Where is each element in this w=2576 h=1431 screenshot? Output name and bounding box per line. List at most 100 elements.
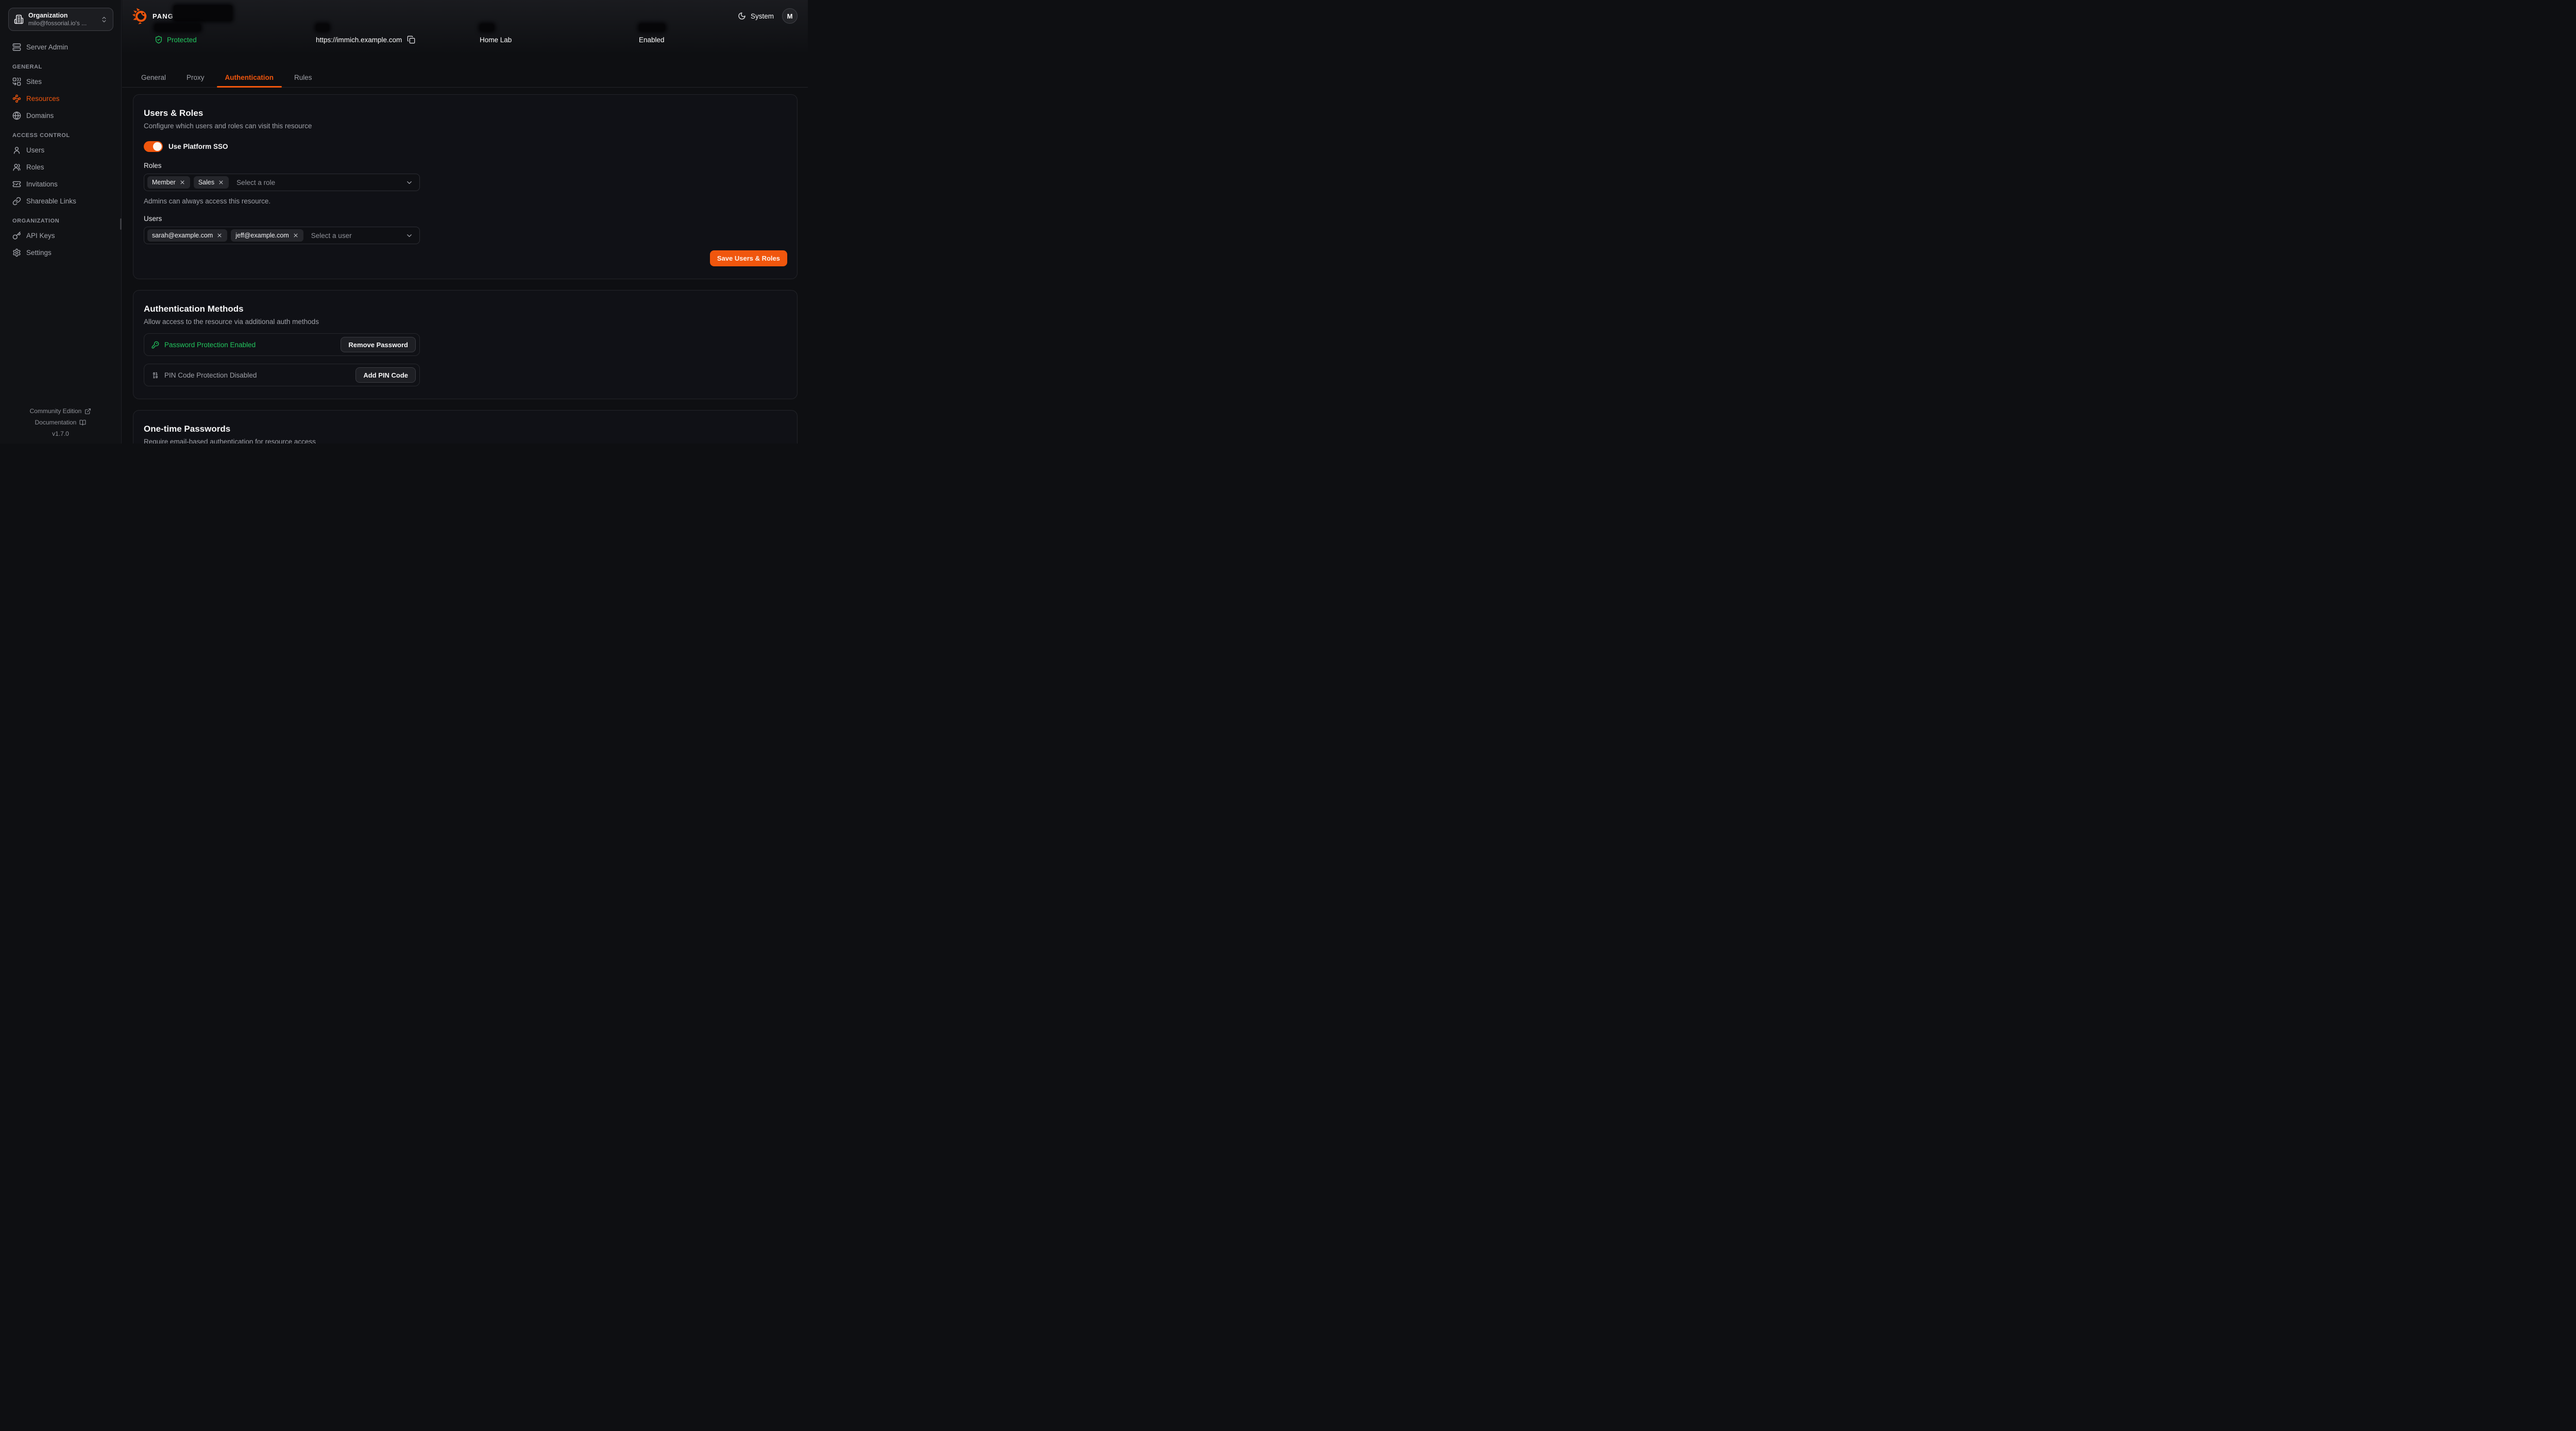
card-subtitle: Require email-based authentication for r… <box>144 438 787 444</box>
org-switcher[interactable]: Organization milo@fossorial.io's ... <box>8 8 113 31</box>
role-chip: Member <box>147 176 190 189</box>
remove-password-button[interactable]: Remove Password <box>341 337 416 352</box>
community-edition-label: Community Edition <box>30 407 82 415</box>
user-icon <box>12 146 21 155</box>
site-name: Home Lab <box>480 35 639 44</box>
pin-protection-row: PIN Code Protection Disabled Add PIN Cod… <box>144 364 420 386</box>
roles-select[interactable]: Member Sales Select a role <box>144 174 420 191</box>
sidebar-section-access-control: ACCESS CONTROL <box>12 132 109 139</box>
sidebar-nav: Server Admin GENERAL Sites Resources Dom… <box>0 40 121 263</box>
external-link-icon <box>84 408 91 415</box>
sso-toggle-knob <box>153 142 162 151</box>
sidebar-resize-handle[interactable] <box>120 218 122 230</box>
topbar-right: System M <box>738 8 798 24</box>
combine-icon <box>12 77 21 86</box>
role-chip-label: Member <box>152 179 176 186</box>
role-chip-label: Sales <box>198 179 214 186</box>
theme-switcher[interactable]: System <box>738 12 774 20</box>
key-round-icon <box>151 341 159 349</box>
auth-status-text: Protected <box>167 36 197 44</box>
resource-summary: Protected https://immich.example.com Hom… <box>155 24 798 44</box>
card-title: Users & Roles <box>144 108 787 118</box>
password-protection-row: Password Protection Enabled Remove Passw… <box>144 333 420 356</box>
documentation-link[interactable]: Documentation <box>0 417 121 428</box>
resource-tabs: General Proxy Authentication Rules <box>122 68 808 88</box>
users-field-label: Users <box>144 215 787 223</box>
chevrons-up-down-icon <box>100 16 108 23</box>
tab-content: Users & Roles Configure which users and … <box>122 88 808 444</box>
pangolin-logo-icon <box>132 8 149 24</box>
roles-select-placeholder: Select a role <box>236 179 275 186</box>
org-switcher-value: milo@fossorial.io's ... <box>28 20 96 27</box>
add-pin-code-button[interactable]: Add PIN Code <box>355 367 416 383</box>
pin-status-text: PIN Code Protection Disabled <box>164 371 257 379</box>
redacted-label <box>480 24 494 31</box>
summary-col-auth: Protected <box>155 24 316 44</box>
users-select[interactable]: sarah@example.com jeff@example.com Selec… <box>144 227 420 244</box>
moon-icon <box>738 12 746 20</box>
sso-toggle[interactable] <box>144 141 163 152</box>
one-time-passwords-card: One-time Passwords Require email-based a… <box>133 410 798 444</box>
redacted-label <box>639 24 665 31</box>
sidebar-item-label: Roles <box>26 163 44 171</box>
globe-icon <box>12 111 21 120</box>
tab-rules[interactable]: Rules <box>286 68 320 87</box>
enabled-status: Enabled <box>639 35 665 44</box>
sidebar-section-general: GENERAL <box>12 64 109 70</box>
tab-general[interactable]: General <box>133 68 174 87</box>
theme-label: System <box>751 12 774 20</box>
sidebar-item-label: Domains <box>26 112 54 120</box>
user-chip: jeff@example.com <box>231 229 303 242</box>
redacted-resource-name <box>174 5 232 21</box>
user-chip-label: jeff@example.com <box>235 232 289 239</box>
redacted-label <box>155 24 201 31</box>
remove-chip-icon[interactable] <box>218 179 224 185</box>
sidebar-item-users[interactable]: Users <box>8 143 113 157</box>
sidebar-item-settings[interactable]: Settings <box>8 246 113 259</box>
tab-proxy[interactable]: Proxy <box>178 68 213 87</box>
sidebar-item-label: Sites <box>26 78 42 86</box>
ticket-check-icon <box>12 180 21 189</box>
admins-note: Admins can always access this resource. <box>144 197 787 205</box>
sidebar-item-api-keys[interactable]: API Keys <box>8 229 113 242</box>
roles-field-label: Roles <box>144 162 787 169</box>
resource-url: https://immich.example.com <box>316 35 480 44</box>
sidebar-item-server-admin[interactable]: Server Admin <box>8 40 113 54</box>
sidebar-item-label: Resources <box>26 95 60 103</box>
sidebar-item-label: Invitations <box>26 180 58 188</box>
card-subtitle: Configure which users and roles can visi… <box>144 122 787 130</box>
summary-col-enabled: Enabled <box>639 24 665 44</box>
sidebar-item-roles[interactable]: Roles <box>8 160 113 174</box>
sidebar-footer: Community Edition Documentation v1.7.0 <box>0 405 121 439</box>
remove-chip-icon[interactable] <box>293 232 299 238</box>
card-title: Authentication Methods <box>144 304 787 314</box>
community-edition-link[interactable]: Community Edition <box>0 405 121 417</box>
link-icon <box>12 197 21 206</box>
save-users-roles-button[interactable]: Save Users & Roles <box>710 250 787 266</box>
waypoints-icon <box>12 94 21 103</box>
server-icon <box>12 43 21 52</box>
sidebar-item-resources[interactable]: Resources <box>8 92 113 105</box>
users-icon <box>12 163 21 172</box>
sidebar-section-organization: ORGANIZATION <box>12 218 109 224</box>
shield-check-icon <box>155 36 163 44</box>
sso-toggle-label: Use Platform SSO <box>168 143 228 150</box>
tab-authentication[interactable]: Authentication <box>217 68 282 87</box>
sidebar-item-invitations[interactable]: Invitations <box>8 177 113 191</box>
card-title: One-time Passwords <box>144 424 787 434</box>
copy-icon[interactable] <box>407 36 415 44</box>
auth-methods-card: Authentication Methods Allow access to t… <box>133 290 798 399</box>
sidebar-item-shareable-links[interactable]: Shareable Links <box>8 194 113 208</box>
user-chip-label: sarah@example.com <box>152 232 213 239</box>
version-label: v1.7.0 <box>0 428 121 439</box>
sidebar-item-domains[interactable]: Domains <box>8 109 113 122</box>
sso-row: Use Platform SSO <box>144 141 787 152</box>
password-status: Password Protection Enabled <box>151 341 256 349</box>
gear-icon <box>12 248 21 257</box>
remove-chip-icon[interactable] <box>216 232 223 238</box>
user-avatar[interactable]: M <box>782 8 798 24</box>
remove-chip-icon[interactable] <box>179 179 185 185</box>
sidebar-item-sites[interactable]: Sites <box>8 75 113 88</box>
documentation-label: Documentation <box>35 419 77 426</box>
sidebar-item-label: Server Admin <box>26 43 68 51</box>
